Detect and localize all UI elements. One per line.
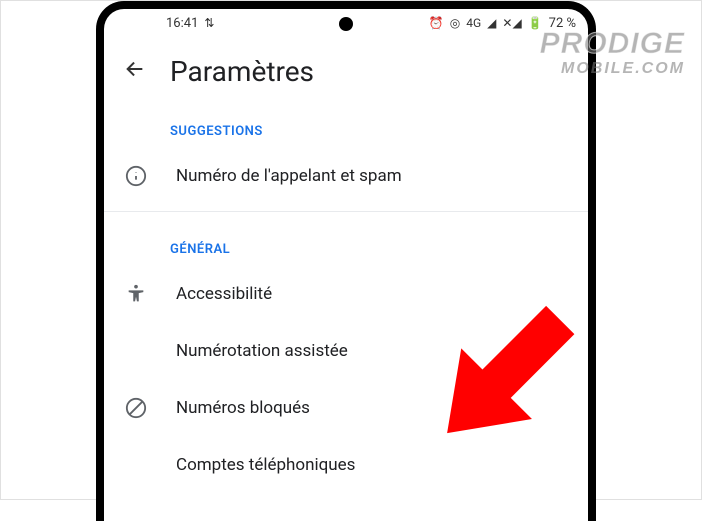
hotspot-icon: ◎ — [450, 16, 460, 30]
header: Paramètres — [104, 37, 588, 100]
block-icon — [124, 397, 148, 419]
item-label: Comptes téléphoniques — [176, 455, 355, 475]
signal-x-icon: ✕◢ — [502, 16, 521, 30]
item-caller-id-spam[interactable]: Numéro de l'appelant et spam — [104, 147, 588, 205]
item-label: Accessibilité — [176, 284, 272, 304]
battery-percent: 72 % — [549, 16, 576, 31]
alarm-icon: ⏰ — [429, 16, 444, 30]
status-bar: 16:41 ⇅ ⏰ ◎ 4G ◢ ✕◢ 🔋 72 % — [104, 9, 588, 37]
signal-icon: ◢ — [487, 16, 496, 30]
info-icon — [124, 165, 148, 187]
arrow-left-icon — [124, 58, 146, 80]
camera-notch — [339, 17, 353, 31]
item-blocked-numbers[interactable]: Numéros bloqués — [104, 379, 588, 437]
status-time: 16:41 — [166, 16, 198, 31]
activity-icon: ⇅ — [204, 16, 214, 30]
item-label: Numéro de l'appelant et spam — [176, 166, 402, 186]
back-button[interactable] — [124, 58, 146, 86]
item-label: Numéros bloqués — [176, 398, 310, 418]
divider — [104, 211, 588, 212]
item-label: Numérotation assistée — [176, 341, 348, 361]
accessibility-icon — [124, 283, 148, 305]
battery-icon: 🔋 — [528, 16, 543, 30]
item-accessibility[interactable]: Accessibilité — [104, 265, 588, 323]
network-type: 4G — [466, 16, 481, 30]
section-general-label: GÉNÉRAL — [104, 218, 588, 265]
item-assisted-dialing[interactable]: Numérotation assistée — [104, 323, 588, 379]
section-suggestions-label: SUGGESTIONS — [104, 100, 588, 147]
page-title: Paramètres — [170, 55, 314, 88]
phone-frame: 16:41 ⇅ ⏰ ◎ 4G ◢ ✕◢ 🔋 72 % Paramètres SU… — [96, 1, 596, 521]
item-phone-accounts[interactable]: Comptes téléphoniques — [104, 437, 588, 493]
